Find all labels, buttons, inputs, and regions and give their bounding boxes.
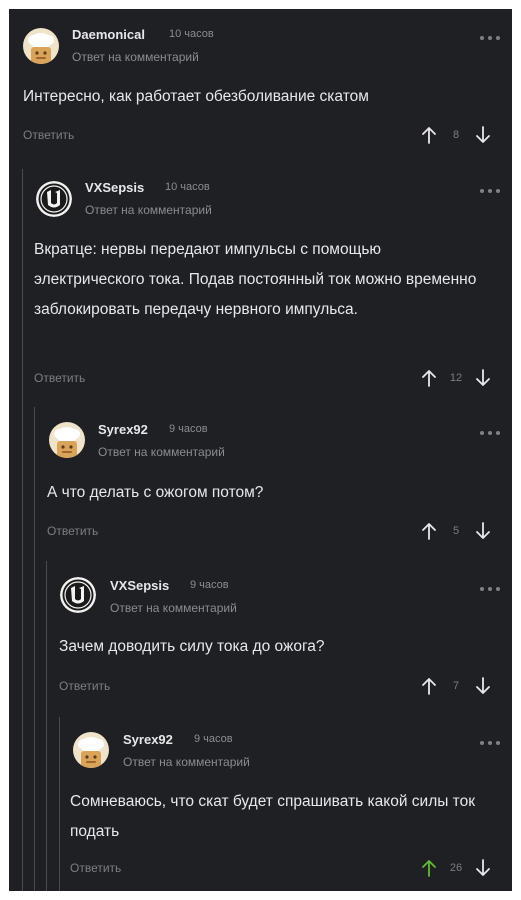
comment-author[interactable]: VXSepsis — [85, 180, 144, 195]
downvote-arrow-icon[interactable] — [475, 677, 491, 695]
vote-controls: 5 — [421, 521, 491, 541]
thread-line[interactable] — [22, 169, 23, 891]
vote-controls: 7 — [421, 676, 491, 696]
comment-text: Вкратце: нервы передают импульсы с помощ… — [34, 241, 477, 318]
vote-controls: 8 — [421, 125, 491, 145]
vote-controls: 12 — [421, 368, 491, 388]
reply-button[interactable]: Ответить — [34, 371, 85, 385]
reply-button[interactable]: Ответить — [47, 524, 98, 538]
more-options-icon[interactable] — [472, 185, 500, 197]
downvote-arrow-icon[interactable] — [475, 126, 491, 144]
vote-score: 26 — [449, 862, 463, 874]
reply-to-link[interactable]: Ответ на комментарий — [123, 755, 250, 769]
comment-text: Сомневаюсь, что скат будет спрашивать ка… — [70, 793, 476, 840]
comment-author[interactable]: Syrex92 — [98, 422, 148, 437]
reply-to-link[interactable]: Ответ на комментарий — [110, 601, 237, 615]
vote-score: 8 — [452, 129, 460, 141]
upvote-arrow-icon[interactable] — [421, 677, 437, 695]
reply-button[interactable]: Ответить — [70, 861, 121, 875]
comment-time: 10 часов — [165, 181, 210, 193]
more-options-icon[interactable] — [472, 32, 500, 44]
unreal-logo-avatar-icon[interactable] — [60, 577, 96, 613]
comment-text: А что делать с ожогом потом? — [47, 484, 264, 501]
thread-line[interactable] — [34, 407, 35, 891]
more-options-icon[interactable] — [472, 583, 500, 595]
comment-time: 9 часов — [169, 423, 208, 435]
upvote-arrow-icon[interactable] — [421, 522, 437, 540]
reply-to-link[interactable]: Ответ на комментарий — [72, 50, 199, 64]
reply-button[interactable]: Ответить — [23, 128, 74, 142]
chef-avatar-icon[interactable] — [73, 732, 109, 768]
chef-avatar-icon[interactable] — [23, 28, 59, 64]
vote-score: 12 — [449, 372, 463, 384]
comment-thread: Daemonical 10 часов Ответ на комментарий… — [9, 9, 512, 891]
downvote-arrow-icon[interactable] — [475, 369, 491, 387]
upvote-arrow-icon[interactable] — [421, 369, 437, 387]
reply-button[interactable]: Ответить — [59, 679, 110, 693]
chef-avatar-icon[interactable] — [49, 422, 85, 458]
more-options-icon[interactable] — [472, 427, 500, 439]
comment-time: 9 часов — [194, 733, 233, 745]
comment-author[interactable]: Daemonical — [72, 27, 145, 42]
downvote-arrow-icon[interactable] — [475, 859, 491, 877]
thread-line[interactable] — [46, 561, 47, 891]
comment-text: Интересно, как работает обезболивание ск… — [23, 88, 369, 105]
reply-to-link[interactable]: Ответ на комментарий — [98, 445, 225, 459]
upvote-arrow-icon[interactable] — [421, 126, 437, 144]
vote-score: 7 — [452, 680, 460, 692]
vote-controls: 26 — [421, 858, 491, 878]
comment-time: 9 часов — [190, 579, 229, 591]
upvote-arrow-icon[interactable] — [421, 859, 437, 877]
comment-author[interactable]: Syrex92 — [123, 732, 173, 747]
thread-line[interactable] — [59, 717, 60, 891]
vote-score: 5 — [452, 525, 460, 537]
downvote-arrow-icon[interactable] — [475, 522, 491, 540]
comment-author[interactable]: VXSepsis — [110, 578, 169, 593]
comment-text: Зачем доводить силу тока до ожога? — [59, 638, 325, 655]
comment-time: 10 часов — [169, 28, 214, 40]
more-options-icon[interactable] — [472, 737, 500, 749]
reply-to-link[interactable]: Ответ на комментарий — [85, 203, 212, 217]
unreal-logo-avatar-icon[interactable] — [36, 181, 72, 217]
